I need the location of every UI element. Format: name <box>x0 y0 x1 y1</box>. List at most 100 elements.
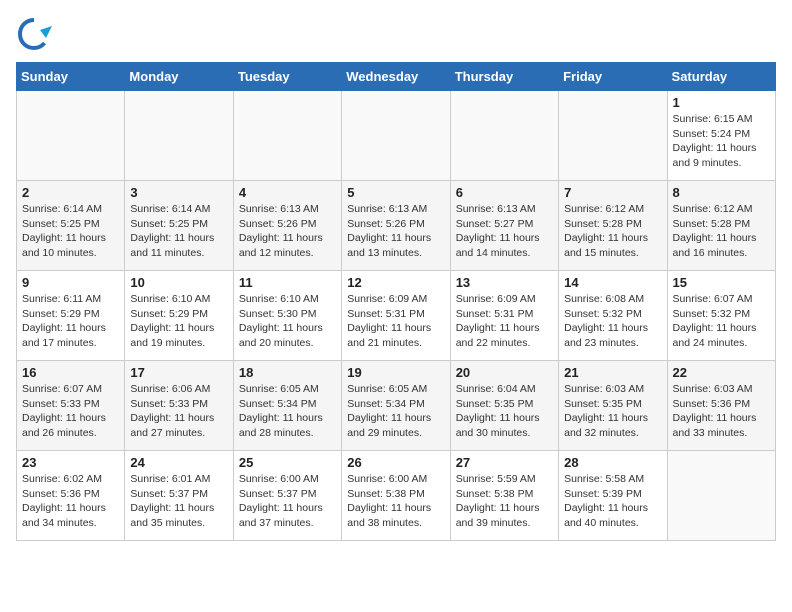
calendar-week-2: 2 Sunrise: 6:14 AM Sunset: 5:25 PM Daylig… <box>17 181 776 271</box>
day-number: 8 <box>673 185 770 200</box>
day-info: Sunrise: 6:00 AM Sunset: 5:38 PM Dayligh… <box>347 472 444 531</box>
day-info: Sunrise: 6:11 AM Sunset: 5:29 PM Dayligh… <box>22 292 119 351</box>
calendar-day: 12 Sunrise: 6:09 AM Sunset: 5:31 PM Dayli… <box>342 271 450 361</box>
day-number: 13 <box>456 275 553 290</box>
calendar-day: 25 Sunrise: 6:00 AM Sunset: 5:37 PM Dayli… <box>233 451 341 541</box>
day-number: 14 <box>564 275 661 290</box>
day-number: 27 <box>456 455 553 470</box>
day-number: 18 <box>239 365 336 380</box>
calendar-day: 4 Sunrise: 6:13 AM Sunset: 5:26 PM Daylig… <box>233 181 341 271</box>
day-info: Sunrise: 6:08 AM Sunset: 5:32 PM Dayligh… <box>564 292 661 351</box>
weekday-header-friday: Friday <box>559 63 667 91</box>
calendar-week-1: 1Sunrise: 6:15 AM Sunset: 5:24 PM Daylig… <box>17 91 776 181</box>
calendar-day <box>17 91 125 181</box>
day-number: 23 <box>22 455 119 470</box>
calendar-day: 28 Sunrise: 5:58 AM Sunset: 5:39 PM Dayli… <box>559 451 667 541</box>
day-number: 11 <box>239 275 336 290</box>
day-number: 28 <box>564 455 661 470</box>
calendar-day: 20 Sunrise: 6:04 AM Sunset: 5:35 PM Dayli… <box>450 361 558 451</box>
calendar-day <box>125 91 233 181</box>
day-number: 6 <box>456 185 553 200</box>
day-info: Sunrise: 6:10 AM Sunset: 5:29 PM Dayligh… <box>130 292 227 351</box>
day-info: Sunrise: 6:05 AM Sunset: 5:34 PM Dayligh… <box>239 382 336 441</box>
day-info: Sunrise: 6:03 AM Sunset: 5:35 PM Dayligh… <box>564 382 661 441</box>
calendar-day: 15 Sunrise: 6:07 AM Sunset: 5:32 PM Dayli… <box>667 271 775 361</box>
day-number: 10 <box>130 275 227 290</box>
day-info: Sunrise: 6:09 AM Sunset: 5:31 PM Dayligh… <box>347 292 444 351</box>
weekday-header-monday: Monday <box>125 63 233 91</box>
calendar-day: 11 Sunrise: 6:10 AM Sunset: 5:30 PM Dayli… <box>233 271 341 361</box>
calendar-week-5: 23 Sunrise: 6:02 AM Sunset: 5:36 PM Dayli… <box>17 451 776 541</box>
day-info: Sunrise: 6:13 AM Sunset: 5:27 PM Dayligh… <box>456 202 553 261</box>
calendar-day: 3 Sunrise: 6:14 AM Sunset: 5:25 PM Daylig… <box>125 181 233 271</box>
calendar-header-row: SundayMondayTuesdayWednesdayThursdayFrid… <box>17 63 776 91</box>
day-number: 15 <box>673 275 770 290</box>
calendar-day: 2Sunrise: 6:14 AM Sunset: 5:25 PM Daylig… <box>17 181 125 271</box>
day-info: Sunrise: 6:02 AM Sunset: 5:36 PM Dayligh… <box>22 472 119 531</box>
calendar-day: 10 Sunrise: 6:10 AM Sunset: 5:29 PM Dayli… <box>125 271 233 361</box>
day-info: Sunrise: 5:58 AM Sunset: 5:39 PM Dayligh… <box>564 472 661 531</box>
calendar-day: 14 Sunrise: 6:08 AM Sunset: 5:32 PM Dayli… <box>559 271 667 361</box>
day-info: Sunrise: 6:07 AM Sunset: 5:32 PM Dayligh… <box>673 292 770 351</box>
day-number: 17 <box>130 365 227 380</box>
day-info: Sunrise: 6:13 AM Sunset: 5:26 PM Dayligh… <box>347 202 444 261</box>
day-info: Sunrise: 6:09 AM Sunset: 5:31 PM Dayligh… <box>456 292 553 351</box>
day-info: Sunrise: 6:00 AM Sunset: 5:37 PM Dayligh… <box>239 472 336 531</box>
calendar-day <box>559 91 667 181</box>
logo-icon <box>16 16 52 52</box>
calendar-day: 6 Sunrise: 6:13 AM Sunset: 5:27 PM Daylig… <box>450 181 558 271</box>
calendar-week-3: 9 Sunrise: 6:11 AM Sunset: 5:29 PM Daylig… <box>17 271 776 361</box>
calendar-day: 26Sunrise: 6:00 AM Sunset: 5:38 PM Dayli… <box>342 451 450 541</box>
day-number: 21 <box>564 365 661 380</box>
calendar-table: SundayMondayTuesdayWednesdayThursdayFrid… <box>16 62 776 541</box>
calendar-day <box>233 91 341 181</box>
calendar-day: 7Sunrise: 6:12 AM Sunset: 5:28 PM Daylig… <box>559 181 667 271</box>
calendar-day: 22 Sunrise: 6:03 AM Sunset: 5:36 PM Dayli… <box>667 361 775 451</box>
weekday-header-thursday: Thursday <box>450 63 558 91</box>
calendar-day: 17 Sunrise: 6:06 AM Sunset: 5:33 PM Dayli… <box>125 361 233 451</box>
calendar-day: 5 Sunrise: 6:13 AM Sunset: 5:26 PM Daylig… <box>342 181 450 271</box>
day-number: 25 <box>239 455 336 470</box>
day-number: 19 <box>347 365 444 380</box>
day-info: Sunrise: 6:14 AM Sunset: 5:25 PM Dayligh… <box>130 202 227 261</box>
day-info: Sunrise: 5:59 AM Sunset: 5:38 PM Dayligh… <box>456 472 553 531</box>
page-header <box>16 16 776 52</box>
day-number: 24 <box>130 455 227 470</box>
day-info: Sunrise: 6:12 AM Sunset: 5:28 PM Dayligh… <box>673 202 770 261</box>
day-info: Sunrise: 6:04 AM Sunset: 5:35 PM Dayligh… <box>456 382 553 441</box>
day-number: 9 <box>22 275 119 290</box>
calendar-day: 13 Sunrise: 6:09 AM Sunset: 5:31 PM Dayli… <box>450 271 558 361</box>
day-info: Sunrise: 6:10 AM Sunset: 5:30 PM Dayligh… <box>239 292 336 351</box>
calendar-day: 21 Sunrise: 6:03 AM Sunset: 5:35 PM Dayli… <box>559 361 667 451</box>
calendar-day: 9 Sunrise: 6:11 AM Sunset: 5:29 PM Daylig… <box>17 271 125 361</box>
day-info: Sunrise: 6:01 AM Sunset: 5:37 PM Dayligh… <box>130 472 227 531</box>
day-number: 3 <box>130 185 227 200</box>
calendar-day <box>342 91 450 181</box>
calendar-day: 1Sunrise: 6:15 AM Sunset: 5:24 PM Daylig… <box>667 91 775 181</box>
calendar-day: 16 Sunrise: 6:07 AM Sunset: 5:33 PM Dayli… <box>17 361 125 451</box>
day-number: 7 <box>564 185 661 200</box>
day-number: 2 <box>22 185 119 200</box>
weekday-header-tuesday: Tuesday <box>233 63 341 91</box>
day-info: Sunrise: 6:07 AM Sunset: 5:33 PM Dayligh… <box>22 382 119 441</box>
calendar-day: 18 Sunrise: 6:05 AM Sunset: 5:34 PM Dayli… <box>233 361 341 451</box>
weekday-header-saturday: Saturday <box>667 63 775 91</box>
calendar-day <box>450 91 558 181</box>
calendar-day: 27 Sunrise: 5:59 AM Sunset: 5:38 PM Dayli… <box>450 451 558 541</box>
calendar-day: 8 Sunrise: 6:12 AM Sunset: 5:28 PM Daylig… <box>667 181 775 271</box>
day-info: Sunrise: 6:03 AM Sunset: 5:36 PM Dayligh… <box>673 382 770 441</box>
day-number: 22 <box>673 365 770 380</box>
day-number: 20 <box>456 365 553 380</box>
weekday-header-sunday: Sunday <box>17 63 125 91</box>
day-number: 5 <box>347 185 444 200</box>
calendar-day: 19 Sunrise: 6:05 AM Sunset: 5:34 PM Dayli… <box>342 361 450 451</box>
calendar-day: 23 Sunrise: 6:02 AM Sunset: 5:36 PM Dayli… <box>17 451 125 541</box>
day-info: Sunrise: 6:05 AM Sunset: 5:34 PM Dayligh… <box>347 382 444 441</box>
day-number: 16 <box>22 365 119 380</box>
day-number: 12 <box>347 275 444 290</box>
calendar-day <box>667 451 775 541</box>
day-number: 1 <box>673 95 770 110</box>
day-number: 4 <box>239 185 336 200</box>
day-info: Sunrise: 6:06 AM Sunset: 5:33 PM Dayligh… <box>130 382 227 441</box>
day-info: Sunrise: 6:13 AM Sunset: 5:26 PM Dayligh… <box>239 202 336 261</box>
